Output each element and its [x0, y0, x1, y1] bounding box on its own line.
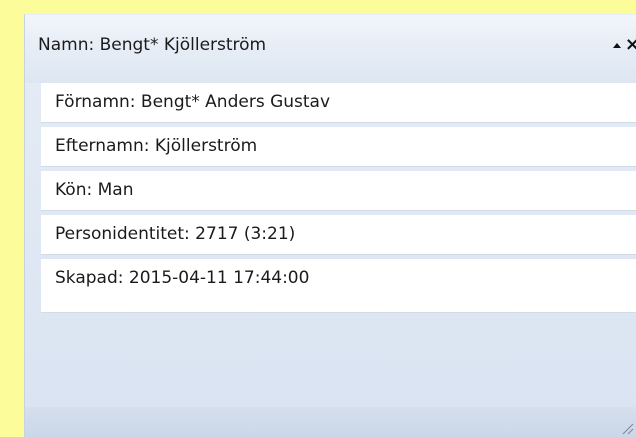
header-icons: ×: [612, 35, 636, 55]
panel-header[interactable]: Namn: Bengt* Kjöllerström ×: [25, 15, 636, 83]
field-row-first-name: Förnamn: Bengt* Anders Gustav: [41, 83, 636, 123]
close-icon[interactable]: ×: [625, 36, 636, 54]
panel-title: Namn: Bengt* Kjöllerström: [38, 35, 267, 55]
field-row-created: Skapad: 2015-04-11 17:44:00: [41, 259, 636, 313]
panel-footer: [25, 407, 636, 437]
first-name-text: Förnamn: Bengt* Anders Gustav: [55, 92, 331, 112]
field-row-person-identity: Personidentitet: 2717 (3:21): [41, 215, 636, 255]
last-name-text: Efternamn: Kjöllerström: [55, 136, 258, 156]
collapse-up-icon[interactable]: [612, 43, 621, 48]
gender-text: Kön: Man: [55, 180, 134, 200]
field-row-gender: Kön: Man: [41, 171, 636, 211]
stage: Namn: Bengt* Kjöllerström × Förnamn: Ben…: [0, 0, 636, 437]
field-row-last-name: Efternamn: Kjöllerström: [41, 127, 636, 167]
field-list: Förnamn: Bengt* Anders Gustav Efternamn:…: [41, 83, 636, 317]
created-text: Skapad: 2015-04-11 17:44:00: [55, 268, 310, 288]
resize-grip-icon[interactable]: [620, 421, 634, 435]
person-panel: Namn: Bengt* Kjöllerström × Förnamn: Ben…: [24, 14, 636, 437]
person-identity-text: Personidentitet: 2717 (3:21): [55, 224, 296, 244]
